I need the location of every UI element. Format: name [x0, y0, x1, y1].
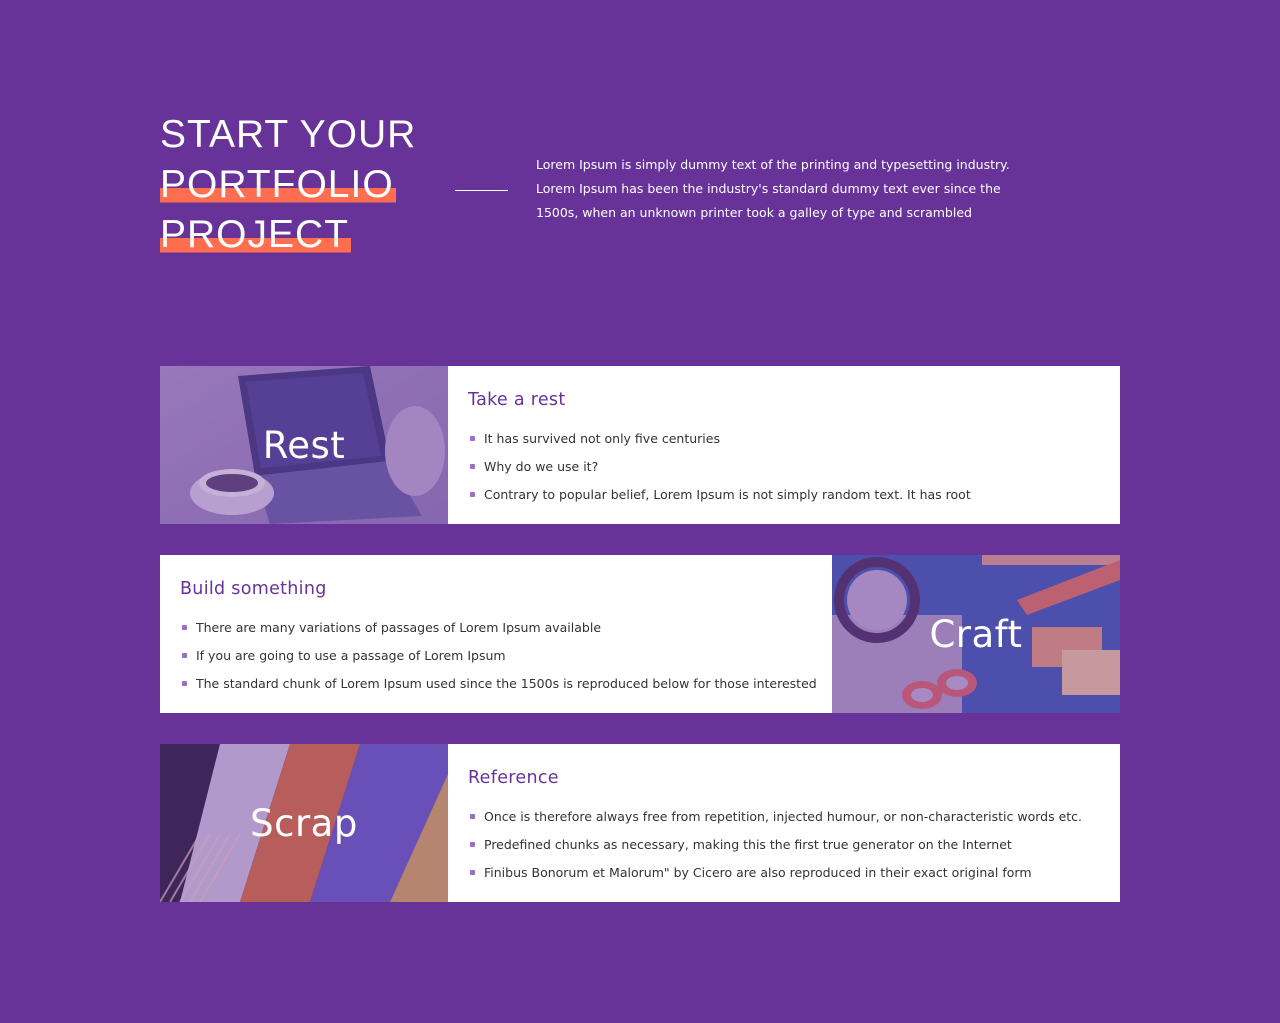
card-scrap-body: Reference Once is therefore always free …: [468, 744, 1100, 902]
card-rest-image[interactable]: Rest: [160, 366, 448, 524]
list-item: There are many variations of passages of…: [180, 617, 817, 645]
card-scrap-list: Once is therefore always free from repet…: [468, 806, 1082, 890]
hero-title-line-2: PORTFOLIO: [160, 160, 416, 210]
card-scrap-heading: Reference: [468, 768, 559, 788]
list-item: The standard chunk of Lorem Ipsum used s…: [180, 673, 817, 701]
card-scrap-image-label: Scrap: [250, 801, 358, 845]
bullet-icon: [470, 842, 475, 847]
hero-divider: [455, 190, 508, 191]
hero-section: START YOUR PORTFOLIO PROJECT Lorem Ipsum…: [160, 110, 1120, 280]
hero-title-line-3: PROJECT: [160, 210, 416, 260]
hero-title: START YOUR PORTFOLIO PROJECT: [160, 110, 416, 260]
card-craft: Build something There are many variation…: [160, 555, 1120, 713]
card-scrap: Scrap Reference Once is therefore always…: [160, 744, 1120, 902]
list-item-text: It has survived not only five centuries: [484, 431, 720, 446]
list-item-text: Predefined chunks as necessary, making t…: [484, 837, 1012, 852]
card-rest-body: Take a rest It has survived not only fiv…: [468, 366, 1100, 524]
hero-title-highlight-1: PORTFOLIO: [160, 163, 396, 206]
list-item: Once is therefore always free from repet…: [468, 806, 1082, 834]
card-rest-list: It has survived not only five centuries …: [468, 428, 971, 512]
list-item-text: The standard chunk of Lorem Ipsum used s…: [196, 676, 817, 691]
hero-title-line-1: START YOUR: [160, 110, 416, 160]
list-item: If you are going to use a passage of Lor…: [180, 645, 817, 673]
list-item-text: There are many variations of passages of…: [196, 620, 602, 635]
card-craft-image-label: Craft: [929, 612, 1023, 656]
card-craft-body: Build something There are many variation…: [180, 555, 817, 713]
list-item: Predefined chunks as necessary, making t…: [468, 834, 1082, 862]
list-item-text: Contrary to popular belief, Lorem Ipsum …: [484, 487, 971, 502]
list-item: It has survived not only five centuries: [468, 428, 971, 456]
hero-description: Lorem Ipsum is simply dummy text of the …: [536, 157, 1010, 220]
bullet-icon: [182, 653, 187, 658]
card-rest: Rest Take a rest It has survived not onl…: [160, 366, 1120, 524]
list-item-text: Once is therefore always free from repet…: [484, 809, 1083, 824]
bullet-icon: [470, 492, 475, 497]
list-item-text: If you are going to use a passage of Lor…: [196, 648, 506, 663]
list-item: Why do we use it?: [468, 456, 971, 484]
list-item: Contrary to popular belief, Lorem Ipsum …: [468, 484, 971, 512]
list-item-text: Why do we use it?: [484, 459, 599, 474]
card-craft-list: There are many variations of passages of…: [180, 617, 817, 701]
bullet-icon: [182, 625, 187, 630]
card-craft-heading: Build something: [180, 579, 327, 599]
card-scrap-image[interactable]: Scrap: [160, 744, 448, 902]
card-rest-image-label: Rest: [262, 423, 346, 467]
card-craft-image[interactable]: Craft: [832, 555, 1120, 713]
hero-title-text-1: START YOUR: [160, 113, 417, 156]
bullet-icon: [470, 870, 475, 875]
bullet-icon: [470, 464, 475, 469]
list-item: Finibus Bonorum et Malorum" by Cicero ar…: [468, 862, 1082, 890]
list-item-text: Finibus Bonorum et Malorum" by Cicero ar…: [484, 865, 1032, 880]
card-rest-heading: Take a rest: [468, 390, 566, 410]
hero-title-highlight-2: PROJECT: [160, 213, 352, 256]
bullet-icon: [470, 814, 475, 819]
bullet-icon: [182, 681, 187, 686]
bullet-icon: [470, 436, 475, 441]
